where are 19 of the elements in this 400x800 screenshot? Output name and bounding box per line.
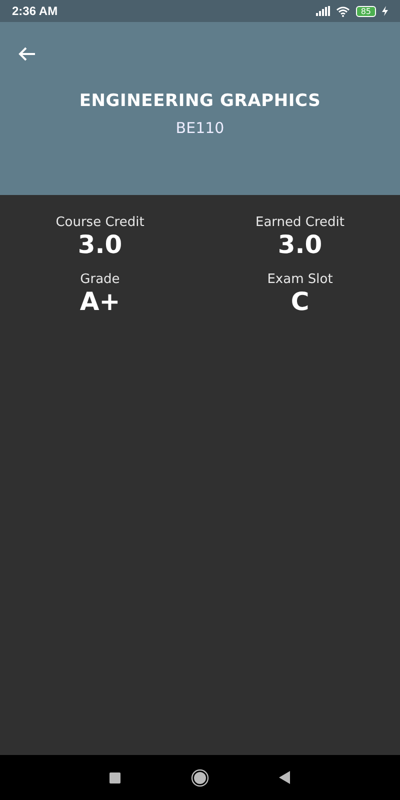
back-icon[interactable] bbox=[279, 771, 291, 784]
charging-icon bbox=[382, 6, 388, 16]
stat-label: Course Credit bbox=[56, 215, 144, 230]
wifi-icon bbox=[336, 6, 350, 16]
stat-label: Earned Credit bbox=[255, 215, 344, 230]
status-time: 2:36 AM bbox=[12, 4, 58, 18]
stat-label: Exam Slot bbox=[267, 272, 333, 287]
recents-icon[interactable] bbox=[109, 772, 121, 784]
stat-value: 3.0 bbox=[278, 230, 322, 260]
stat-value: A+ bbox=[80, 287, 120, 317]
stat-label: Grade bbox=[80, 272, 120, 287]
stat-value: C bbox=[290, 287, 310, 317]
back-arrow-icon[interactable] bbox=[18, 46, 36, 62]
home-icon[interactable] bbox=[191, 768, 209, 786]
battery-level: 85 bbox=[356, 6, 376, 16]
stat-value: 3.0 bbox=[78, 230, 122, 260]
signal-icon bbox=[316, 6, 330, 16]
course-title: ENGINEERING GRAPHICS bbox=[79, 91, 321, 111]
course-code: BE110 bbox=[176, 119, 224, 137]
